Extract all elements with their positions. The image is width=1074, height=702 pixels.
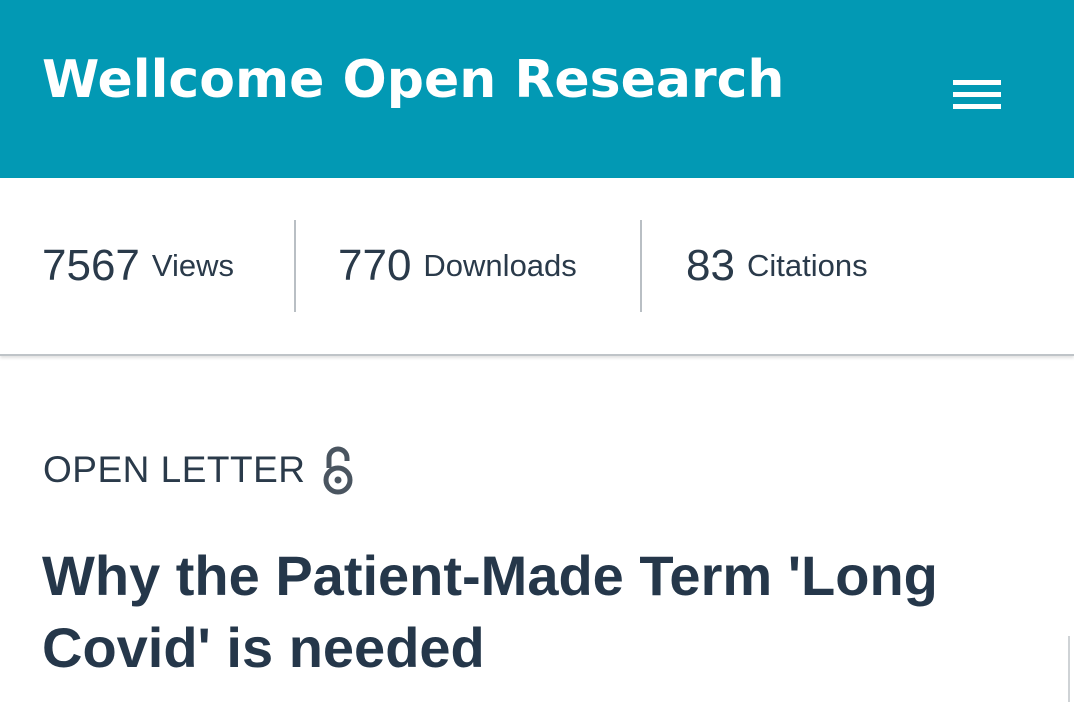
article-title: Why the Patient-Made Term 'Long Covid' i… (42, 544, 938, 679)
article-type: OPEN LETTER (43, 444, 356, 496)
views-label: Views (151, 248, 235, 283)
citations-label: Citations (746, 248, 868, 283)
metric-citations[interactable]: 83 Citations (686, 178, 868, 354)
metric-divider (640, 220, 642, 312)
metric-downloads[interactable]: 770 Downloads (338, 178, 577, 354)
views-count: 7567 (42, 241, 140, 290)
article-metrics-bar: 7567 Views 770 Downloads 83 Citations (0, 178, 1074, 356)
site-logo-text[interactable]: Wellcome Open Research (42, 50, 784, 110)
menu-bar (953, 80, 1001, 85)
menu-bar (953, 104, 1001, 109)
citations-count: 83 (686, 241, 735, 290)
article-type-label: OPEN LETTER (43, 449, 306, 490)
menu-bar (953, 92, 1001, 97)
downloads-count: 770 (338, 241, 412, 290)
downloads-label: Downloads (423, 248, 577, 283)
metric-divider (294, 220, 296, 312)
hamburger-menu-icon[interactable] (947, 76, 1007, 116)
open-access-icon (323, 446, 352, 495)
scrollbar-edge[interactable] (1068, 636, 1074, 702)
site-header: Wellcome Open Research (0, 0, 1074, 178)
metric-views[interactable]: 7567 Views (42, 178, 234, 354)
